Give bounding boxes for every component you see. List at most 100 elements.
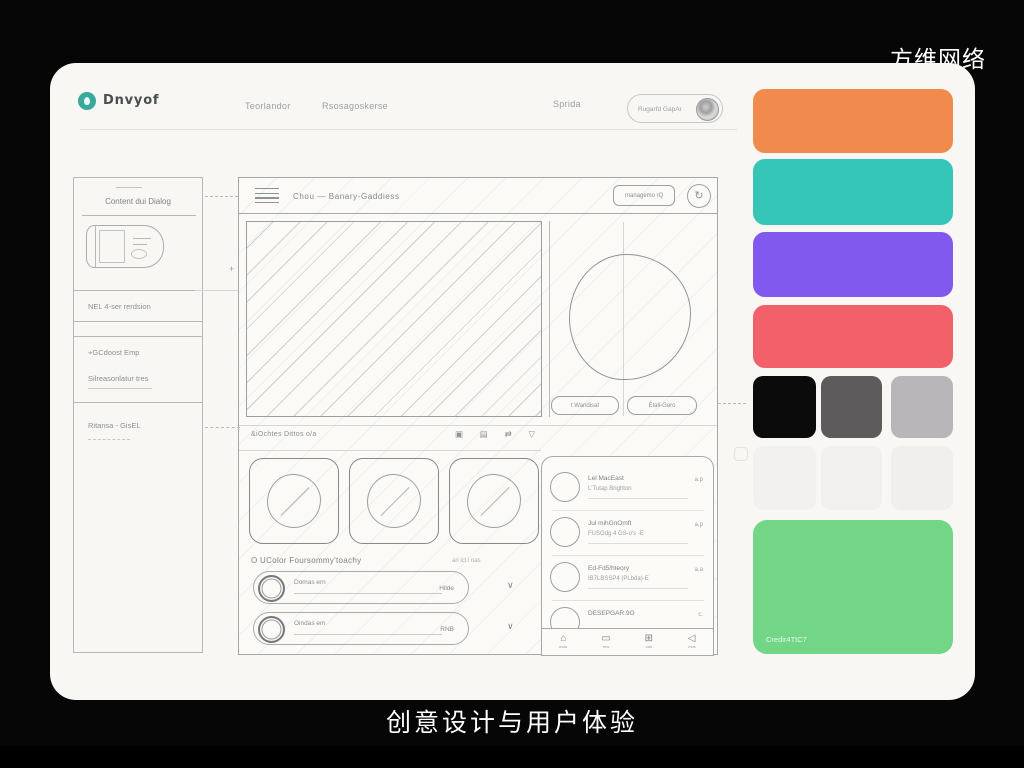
item-underline <box>588 588 688 589</box>
sidebar-divider <box>74 321 202 322</box>
sidebar-item-1[interactable]: NEL 4-ser rerdsion <box>88 302 151 311</box>
panel-item-2[interactable]: Jul mihGnOmft FUSGdg 4 GS-o's -E a.p <box>542 512 713 557</box>
thumb-circle <box>267 474 321 528</box>
item-sub: FUSGdg 4 GS-o's -E <box>588 531 644 537</box>
search-label[interactable]: Sprida <box>553 99 581 109</box>
row-name: Oindas em <box>294 620 325 627</box>
hero-image-placeholder <box>246 221 542 417</box>
panel-divider <box>552 510 704 511</box>
tab-calendar[interactable]: ⊞ ode <box>634 634 664 650</box>
sidebar-divider <box>74 290 202 291</box>
panel-divider <box>552 600 704 601</box>
sidebar-item-dash <box>88 439 130 440</box>
annotation-dash <box>205 427 240 428</box>
sidebar-item-3[interactable]: Silreasonlatur tres <box>88 374 148 383</box>
item-name: Jul mihGnOmft <box>588 520 631 527</box>
refresh-icon[interactable]: ↻ <box>687 184 711 208</box>
item-mark: a.p <box>695 522 703 528</box>
sidebar-item-4[interactable]: Ritansa - GisEL <box>88 421 141 430</box>
gallery-view-icon-1[interactable]: ▣ <box>455 429 463 440</box>
thumbnail-1[interactable] <box>249 458 339 544</box>
palette-swatch-black <box>753 376 816 438</box>
tag-chip-1[interactable]: t Wandisat <box>551 396 619 415</box>
device-scribble <box>133 244 147 245</box>
palette-swatch-light-1 <box>753 446 816 510</box>
annotation-dash <box>718 403 746 404</box>
list-panel: Lel MacEast L'Tutap Brighton a.p Jul mih… <box>541 456 714 656</box>
section-title: O UColor Foursommy'toachy <box>251 556 361 565</box>
palette-swatch-teal <box>753 159 953 225</box>
header-divider <box>80 129 737 130</box>
palette-swatch-light-2 <box>821 446 882 510</box>
tag-chip-2[interactable]: Étall-Gero <box>627 396 697 415</box>
chevron-down-icon[interactable]: ∨ <box>507 621 514 632</box>
thumbnail-2[interactable] <box>349 458 439 544</box>
sidebar-divider <box>74 336 202 337</box>
panel-divider <box>552 555 704 556</box>
column-divider <box>549 221 550 417</box>
account-label: Rugarfd GapAr <box>638 106 682 113</box>
annotation-box <box>734 447 748 461</box>
sidebar-tick <box>116 187 142 188</box>
panel-item-3[interactable]: Ed-Fd5/hteory IB7LBSSP4 (PLbda)-E a.a <box>542 557 713 602</box>
palette-swatch-orange <box>753 89 953 153</box>
sidebar-item-subline <box>88 388 152 389</box>
user-row-2[interactable]: Oindas em RNB <box>253 612 469 645</box>
annotation-line <box>195 290 238 291</box>
tab-bar: ⌂ mda ▭ rew ⊞ ode ◁ mns <box>541 628 714 656</box>
thumb-slash <box>381 487 410 516</box>
thumb-slash <box>281 487 310 516</box>
item-name: Lel MacEast <box>588 475 624 482</box>
thumbnail-3[interactable] <box>449 458 539 544</box>
item-avatar <box>550 517 580 547</box>
plus-mark: + <box>229 264 234 274</box>
calendar-icon: ⊞ <box>634 634 664 644</box>
user-row-1[interactable]: Domas ern Hilde <box>253 571 469 604</box>
tab-home[interactable]: ⌂ mda <box>548 634 578 650</box>
item-name: DESEPGAR.9O <box>588 610 635 617</box>
wireframe-action-button[interactable]: rnanagemo rQ <box>613 185 675 206</box>
item-underline <box>588 498 688 499</box>
wireframe-header: Chou — Banary-Gaddiess rnanagemo rQ ↻ <box>239 178 717 214</box>
gallery-view-icon-2[interactable]: ▤ <box>480 429 488 440</box>
panel-item-1[interactable]: Lel MacEast L'Tutap Brighton a.p <box>542 467 713 512</box>
gallery-view-icon-3[interactable]: ⇄ <box>505 429 512 440</box>
hamburger-icon[interactable] <box>255 188 279 206</box>
tab-messages[interactable]: ▭ rew <box>591 634 621 650</box>
avatar <box>696 98 719 121</box>
row-name: Domas ern <box>294 579 326 586</box>
logo-icon <box>78 92 96 110</box>
palette-swatch-green: Credir4TtC7 <box>753 520 953 654</box>
item-mark: a.p <box>695 477 703 483</box>
item-mark: a.a <box>695 567 703 573</box>
item-avatar <box>550 472 580 502</box>
section-divider <box>239 425 717 426</box>
wireframe-frame: Chou — Banary-Gaddiess rnanagemo rQ ↻ t … <box>238 177 718 655</box>
device-scribble <box>131 249 147 259</box>
message-icon: ▭ <box>591 634 621 644</box>
row-badge: RNB <box>440 626 454 633</box>
account-button[interactable]: Rugarfd GapAr <box>627 94 723 123</box>
tab-back[interactable]: ◁ mns <box>677 634 707 650</box>
home-icon: ⌂ <box>548 634 578 644</box>
gallery-label: &iOchtes Dittos o/a <box>251 431 317 438</box>
avatar-circle-sketch <box>569 254 691 380</box>
tab-label: mda <box>551 645 575 650</box>
row-avatar <box>258 575 285 602</box>
gallery-view-icon-4[interactable]: ▽ <box>528 429 535 440</box>
item-avatar <box>550 562 580 592</box>
sidebar-title: Content dui Dialog <box>74 197 202 206</box>
sidebar-item-2[interactable]: +GCdoost Emp <box>88 348 139 357</box>
sidebar-divider <box>74 402 202 403</box>
gallery-view-icons: ▣ ▤ ⇄ ▽ <box>455 429 535 440</box>
chevron-down-icon[interactable]: ∨ <box>507 580 514 591</box>
thumb-circle <box>367 474 421 528</box>
item-mark: c. <box>698 612 703 618</box>
nav-item-1[interactable]: Teorlandor <box>245 101 291 111</box>
row-subline <box>294 593 442 594</box>
annotation-dash <box>205 196 238 197</box>
tab-label: ode <box>637 645 661 650</box>
item-underline <box>588 543 688 544</box>
nav-item-2[interactable]: Rsosagoskerse <box>322 101 388 111</box>
back-icon: ◁ <box>677 634 707 644</box>
